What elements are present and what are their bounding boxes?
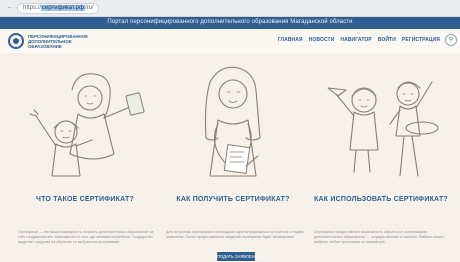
top-banner: Портал персонифицированного дополнительн… xyxy=(0,17,460,29)
address-text: https://сертификат.рф/ru/ xyxy=(23,5,94,11)
section-title: КАК ИСПОЛЬЗОВАТЬ СЕРТИФИКАТ? xyxy=(314,196,448,203)
banner-text: Портал персонифицированного дополнительн… xyxy=(107,19,353,25)
menu-item-news[interactable]: НОВОСТИ xyxy=(309,37,335,43)
kids-playing-illustration xyxy=(327,81,439,177)
section-title: ЧТО ТАКОЕ СЕРТИФИКАТ? xyxy=(36,196,134,203)
menu-item-navigator[interactable]: НАВИГАТОР xyxy=(340,37,371,43)
menu-item-login[interactable]: ВОЙТИ xyxy=(378,37,396,43)
address-bar[interactable]: https://сертификат.рф/ru/ xyxy=(17,3,99,14)
menu-item-home[interactable]: ГЛАВНАЯ xyxy=(278,37,303,43)
main-menu: ГЛАВНАЯ НОВОСТИ НАВИГАТОР ВОЙТИ РЕГИСТРА… xyxy=(278,37,440,43)
section-text: Сертификат — это ваша возможность оплати… xyxy=(18,230,154,245)
woman-with-document-illustration xyxy=(204,66,261,177)
section-text: Для получения сертификата необходимо зар… xyxy=(166,230,305,240)
mother-child-illustration xyxy=(29,73,145,177)
logo-text[interactable]: ПЕРСОНИФИЦИРОВАННОЕ ДОПОЛНИТЕЛЬНОЕ ОБРАЗ… xyxy=(28,34,90,49)
section-text: Сертификат предоставляет возможность обу… xyxy=(314,230,445,245)
apply-button[interactable]: ПОДАТЬ ЗАЯВЛЕНИЕ xyxy=(217,252,260,261)
logo-icon[interactable] xyxy=(8,33,24,49)
search-icon[interactable]: ⚲ xyxy=(445,34,457,46)
browser-toolbar: ← → https://сертификат.рф/ru/ xyxy=(0,0,460,17)
site-header: ПЕРСОНИФИЦИРОВАННОЕ ДОПОЛНИТЕЛЬНОЕ ОБРАЗ… xyxy=(0,29,460,53)
section-title: КАК ПОЛУЧИТЬ СЕРТИФИКАТ? xyxy=(176,196,290,203)
menu-item-register[interactable]: РЕГИСТРАЦИЯ xyxy=(402,37,440,43)
